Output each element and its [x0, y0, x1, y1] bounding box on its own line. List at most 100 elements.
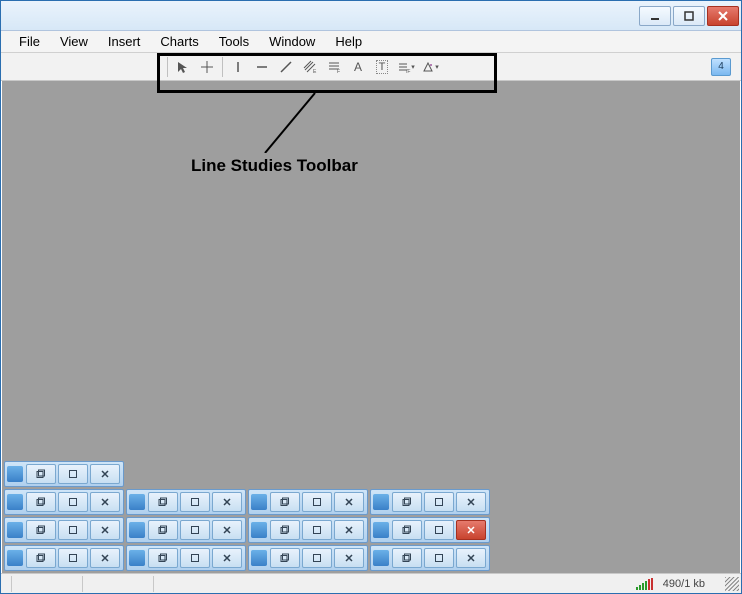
child-restore-button[interactable] [26, 520, 56, 540]
child-restore-button[interactable] [148, 520, 178, 540]
child-restore-button[interactable] [270, 520, 300, 540]
child-maximize-button[interactable] [424, 520, 454, 540]
child-maximize-button[interactable] [180, 520, 210, 540]
child-window-row [4, 489, 738, 515]
child-close-button[interactable] [90, 548, 120, 568]
text-tool[interactable]: A [347, 56, 369, 78]
connection-indicator-icon [636, 578, 653, 590]
minimized-chart-window[interactable] [126, 545, 246, 571]
child-close-button[interactable] [90, 520, 120, 540]
chart-icon [129, 494, 145, 510]
chart-icon [373, 494, 389, 510]
svg-text:F: F [337, 69, 340, 74]
trendline-tool[interactable] [275, 56, 297, 78]
status-separator [153, 576, 154, 592]
child-close-button[interactable] [212, 548, 242, 568]
statusbar: 490/1 kb [1, 573, 741, 593]
mdi-workspace [2, 81, 740, 573]
menu-view[interactable]: View [50, 32, 98, 51]
minimized-chart-window[interactable] [370, 517, 490, 543]
child-restore-button[interactable] [148, 548, 178, 568]
window-titlebar [1, 1, 741, 31]
resize-grip-icon[interactable] [725, 577, 739, 591]
equidistant-channel-tool[interactable]: E [299, 56, 321, 78]
minimized-chart-window[interactable] [126, 489, 246, 515]
toolbar: E F A T /F▾ ▾ 4 [1, 53, 741, 81]
child-maximize-button[interactable] [302, 548, 332, 568]
maximize-button[interactable] [673, 6, 705, 26]
child-close-button[interactable] [212, 492, 242, 512]
minimized-chart-window[interactable] [4, 517, 124, 543]
chart-icon [7, 550, 23, 566]
child-close-button[interactable] [334, 492, 364, 512]
minimized-chart-window[interactable] [4, 545, 124, 571]
chart-icon [251, 550, 267, 566]
child-close-button[interactable] [334, 520, 364, 540]
child-restore-button[interactable] [392, 492, 422, 512]
child-restore-button[interactable] [392, 520, 422, 540]
menu-window[interactable]: Window [259, 32, 325, 51]
minimized-chart-window[interactable] [4, 489, 124, 515]
minimize-button[interactable] [639, 6, 671, 26]
child-windows-area [4, 461, 738, 571]
status-separator [11, 576, 12, 592]
minimized-chart-window[interactable] [4, 461, 124, 487]
shapes-tool[interactable]: ▾ [419, 56, 441, 78]
text-label-tool[interactable]: T [371, 56, 393, 78]
child-close-button[interactable] [456, 492, 486, 512]
child-maximize-button[interactable] [58, 520, 88, 540]
chart-icon [251, 522, 267, 538]
child-maximize-button[interactable] [180, 492, 210, 512]
child-maximize-button[interactable] [180, 548, 210, 568]
child-restore-button[interactable] [26, 492, 56, 512]
svg-text:/F: /F [406, 69, 410, 74]
chart-icon [373, 550, 389, 566]
line-studies-toolbar: E F A T /F▾ ▾ [165, 56, 441, 78]
child-maximize-button[interactable] [424, 548, 454, 568]
child-close-button[interactable] [90, 492, 120, 512]
child-maximize-button[interactable] [58, 548, 88, 568]
child-restore-button[interactable] [270, 492, 300, 512]
child-maximize-button[interactable] [58, 492, 88, 512]
menu-insert[interactable]: Insert [98, 32, 151, 51]
chart-icon [373, 522, 389, 538]
vertical-line-tool[interactable] [227, 56, 249, 78]
menu-charts[interactable]: Charts [150, 32, 208, 51]
toolbar-separator [222, 57, 223, 77]
crosshair-tool[interactable] [196, 56, 218, 78]
alerts-badge[interactable]: 4 [711, 58, 731, 76]
child-close-button[interactable] [456, 520, 486, 540]
close-button[interactable] [707, 6, 739, 26]
child-maximize-button[interactable] [424, 492, 454, 512]
child-close-button[interactable] [212, 520, 242, 540]
minimized-chart-window[interactable] [248, 545, 368, 571]
chart-icon [7, 522, 23, 538]
child-restore-button[interactable] [148, 492, 178, 512]
child-window-row [4, 517, 738, 543]
fibonacci-tool[interactable]: F [323, 56, 345, 78]
minimized-chart-window[interactable] [248, 489, 368, 515]
horizontal-line-tool[interactable] [251, 56, 273, 78]
menu-tools[interactable]: Tools [209, 32, 259, 51]
arrows-tool[interactable]: /F▾ [395, 56, 417, 78]
child-maximize-button[interactable] [58, 464, 88, 484]
child-restore-button[interactable] [392, 548, 422, 568]
child-maximize-button[interactable] [302, 492, 332, 512]
minimized-chart-window[interactable] [370, 489, 490, 515]
child-window-row [4, 461, 738, 487]
cursor-tool[interactable] [172, 56, 194, 78]
menu-help[interactable]: Help [325, 32, 372, 51]
traffic-counter: 490/1 kb [663, 578, 705, 590]
child-restore-button[interactable] [26, 548, 56, 568]
child-close-button[interactable] [334, 548, 364, 568]
menu-file[interactable]: File [9, 32, 50, 51]
minimized-chart-window[interactable] [370, 545, 490, 571]
minimized-chart-window[interactable] [248, 517, 368, 543]
svg-text:E: E [313, 69, 317, 74]
child-restore-button[interactable] [270, 548, 300, 568]
child-close-button[interactable] [90, 464, 120, 484]
child-close-button[interactable] [456, 548, 486, 568]
child-maximize-button[interactable] [302, 520, 332, 540]
child-restore-button[interactable] [26, 464, 56, 484]
minimized-chart-window[interactable] [126, 517, 246, 543]
